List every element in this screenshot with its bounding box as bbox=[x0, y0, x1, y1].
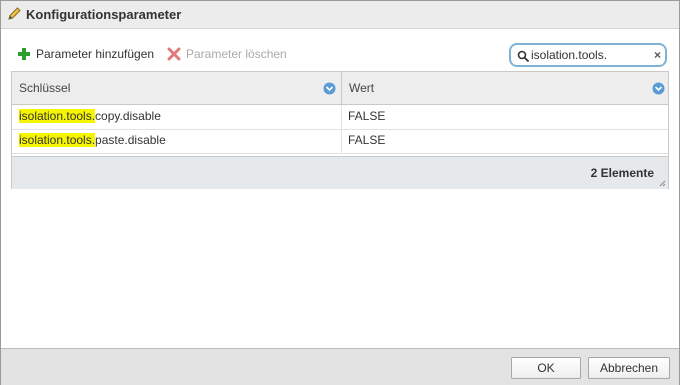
resize-grip-icon[interactable] bbox=[659, 180, 666, 187]
table-row[interactable]: isolation.tools.copy.disable FALSE bbox=[12, 105, 668, 130]
dialog-button-bar: OK Abbrechen bbox=[1, 348, 679, 385]
row-value: FALSE bbox=[348, 133, 386, 147]
x-icon bbox=[167, 47, 181, 61]
search-input[interactable] bbox=[531, 47, 649, 63]
search-match-highlight: isolation.tools. bbox=[19, 133, 96, 147]
row-key-rest: paste.disable bbox=[95, 133, 166, 147]
ok-button[interactable]: OK bbox=[511, 357, 581, 379]
plus-icon bbox=[18, 48, 30, 60]
chevron-down-icon[interactable] bbox=[652, 82, 665, 95]
clear-icon[interactable]: × bbox=[654, 48, 664, 62]
dialog-titlebar: Konfigurationsparameter bbox=[1, 1, 679, 29]
column-header-key[interactable]: Schlüssel bbox=[12, 72, 342, 104]
add-parameter-button[interactable]: Parameter hinzufügen bbox=[17, 45, 154, 63]
delete-parameter-label: Parameter löschen bbox=[186, 47, 287, 61]
search-icon bbox=[517, 50, 529, 62]
search-box[interactable]: × bbox=[509, 43, 667, 67]
item-count: 2 Elemente bbox=[590, 166, 654, 180]
config-parameters-dialog: Konfigurationsparameter Parameter hinzuf… bbox=[0, 0, 680, 385]
row-key-rest: copy.disable bbox=[95, 109, 161, 123]
row-key: isolation.tools.paste.disable bbox=[19, 133, 166, 147]
row-key: isolation.tools.copy.disable bbox=[19, 109, 161, 123]
table-footer: 2 Elemente bbox=[12, 156, 668, 189]
column-header-value[interactable]: Wert bbox=[342, 72, 668, 104]
pencil-icon bbox=[8, 7, 21, 20]
column-divider bbox=[341, 129, 342, 153]
add-parameter-label: Parameter hinzufügen bbox=[36, 47, 155, 61]
column-header-key-label: Schlüssel bbox=[19, 81, 71, 95]
row-value: FALSE bbox=[348, 109, 386, 123]
cancel-button[interactable]: Abbrechen bbox=[588, 357, 670, 379]
column-divider bbox=[341, 105, 342, 129]
chevron-down-icon[interactable] bbox=[323, 82, 336, 95]
search-match-highlight: isolation.tools. bbox=[19, 109, 96, 123]
delete-parameter-button[interactable]: Parameter löschen bbox=[167, 45, 287, 63]
parameters-table: Schlüssel Wert isolation.tools.copy.disa… bbox=[11, 71, 669, 189]
table-header: Schlüssel Wert bbox=[12, 72, 668, 105]
table-row[interactable]: isolation.tools.paste.disable FALSE bbox=[12, 129, 668, 154]
dialog-title: Konfigurationsparameter bbox=[26, 7, 182, 22]
column-header-value-label: Wert bbox=[349, 81, 375, 95]
